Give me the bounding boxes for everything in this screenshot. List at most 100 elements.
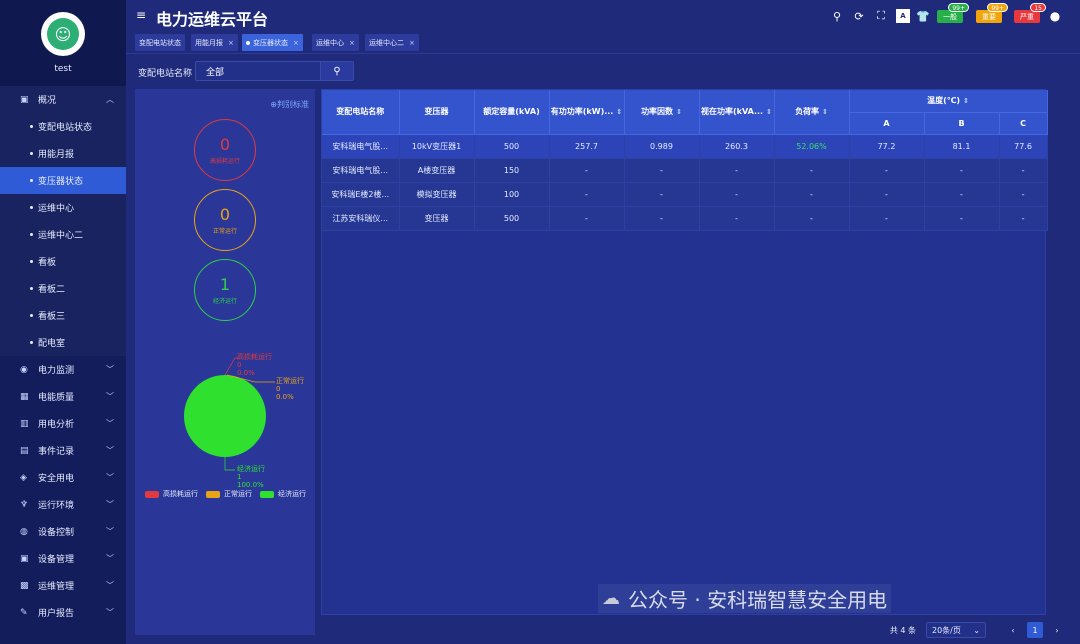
- col-power-factor[interactable]: 功率因数 ⇕: [624, 90, 700, 135]
- user-icon[interactable]: ●: [1048, 9, 1062, 23]
- search-button[interactable]: ⚲: [320, 61, 354, 81]
- close-icon[interactable]: ×: [409, 39, 415, 47]
- col-temperature[interactable]: 温度(℃) ⇕: [849, 90, 1048, 113]
- col-load-rate[interactable]: 负荷率 ⇕: [774, 90, 850, 135]
- submenu-item[interactable]: 运维中心: [0, 194, 126, 221]
- chevron-down-icon: ﹀: [106, 392, 114, 401]
- safety-icon: ◈: [20, 472, 27, 483]
- svg-text:1: 1: [237, 473, 241, 481]
- submenu-item[interactable]: 看板: [0, 248, 126, 275]
- page-size-select[interactable]: 20条/页 ⌄: [926, 622, 986, 638]
- chevron-down-icon: ﹀: [106, 500, 114, 509]
- submenu-item-active[interactable]: 变压器状态: [0, 167, 126, 194]
- sort-icon[interactable]: ⇕: [766, 108, 772, 116]
- stat-high-loss: 0 高损耗运行: [194, 119, 256, 181]
- col-temp-a: A: [849, 112, 925, 135]
- sort-icon[interactable]: ⇕: [963, 97, 969, 105]
- user-panel: ☺ test: [0, 0, 126, 86]
- chevron-down-icon: ⌄: [973, 625, 980, 635]
- table-row[interactable]: 江苏安科瑞仪... 变压器 500- - - - - - -: [322, 206, 1048, 231]
- table-row[interactable]: 安科瑞电气股... A楼变压器 150- - - - - - -: [322, 158, 1048, 183]
- legend-item-high-loss[interactable]: 高损耗运行: [145, 489, 198, 499]
- menu-group[interactable]: ▥ 用电分析 ﹀: [0, 410, 126, 437]
- col-temp-c: C: [999, 112, 1048, 135]
- theme-shirt-icon[interactable]: 👕: [916, 9, 930, 23]
- submenu-item[interactable]: 用能月报: [0, 140, 126, 167]
- pie-slice-economic: [184, 375, 266, 457]
- menu-group[interactable]: ◉ 电力监测 ﹀: [0, 356, 126, 383]
- submenu-item[interactable]: 运维中心二: [0, 221, 126, 248]
- col-capacity: 额定容量(kVA): [474, 90, 550, 135]
- avatar[interactable]: ☺: [41, 12, 85, 56]
- sort-icon[interactable]: ⇕: [676, 108, 682, 116]
- watermark: ☁ 公众号 · 安科瑞智慧安全用电: [598, 584, 892, 613]
- record-icon: ▤: [20, 445, 29, 456]
- prev-page-button[interactable]: ‹: [1005, 622, 1021, 638]
- header: ≡ 电力运维云平台 ⚲ ⟳ ⛶ A 👕 一般 99+ 重要 99+ 严重 15 …: [126, 0, 1080, 32]
- pie-label-high-loss: 高损耗运行: [237, 352, 272, 361]
- control-icon: ◍: [20, 526, 28, 537]
- power-icon: ◉: [20, 364, 28, 375]
- svg-text:0: 0: [237, 361, 241, 369]
- close-icon[interactable]: ×: [228, 39, 234, 47]
- alert-important-button[interactable]: 重要 99+: [976, 3, 1008, 23]
- table-row[interactable]: 安科瑞E楼2楼... 模拟变压器 100- - - - - - -: [322, 182, 1048, 207]
- col-apparent-power[interactable]: 视在功率(kVA... ⇕: [699, 90, 775, 135]
- criteria-link[interactable]: ⊕判别标准: [270, 99, 309, 110]
- sort-icon[interactable]: ⇕: [616, 108, 622, 116]
- menu-group[interactable]: ▦ 电能质量 ﹀: [0, 383, 126, 410]
- monitor-icon: ▣: [20, 94, 29, 105]
- svg-text:0.0%: 0.0%: [237, 369, 255, 377]
- menu-toggle-icon[interactable]: ≡: [136, 8, 146, 22]
- tab-ops-center-2[interactable]: 运维中心二 ×: [365, 34, 419, 51]
- report-icon: ✎: [20, 607, 28, 618]
- col-active-power[interactable]: 有功功率(kW)... ⇕: [549, 90, 625, 135]
- table-row[interactable]: 安科瑞电气股... 10kV变压器1 500 257.7 0.989 260.3 52.06…: [322, 134, 1048, 159]
- chevron-down-icon: ﹀: [106, 419, 114, 428]
- pagination: 共 4 条 20条/页 ⌄ ‹ 1 ›: [890, 621, 1068, 639]
- chevron-down-icon: ﹀: [106, 554, 114, 563]
- alert-severe-button[interactable]: 严重 15: [1014, 3, 1046, 23]
- page-number[interactable]: 1: [1027, 622, 1043, 638]
- tab-station-status[interactable]: 变配电站状态: [135, 34, 185, 51]
- tab-transformer-status[interactable]: 变压器状态 ×: [242, 34, 303, 51]
- sidebar: ☺ test ▣ 概况 ︿ 变配电站状态 用能月报 变压器状态 运维中心 运维中…: [0, 0, 126, 644]
- chevron-up-icon: ︿: [106, 95, 114, 104]
- menu-group[interactable]: ▩ 运维管理 ﹀: [0, 572, 126, 599]
- quality-icon: ▦: [20, 391, 29, 402]
- menu-group[interactable]: ♆ 运行环境 ﹀: [0, 491, 126, 518]
- submenu-item[interactable]: 看板三: [0, 302, 126, 329]
- chevron-down-icon: ﹀: [106, 473, 114, 482]
- svg-text:0: 0: [276, 385, 280, 393]
- submenu-item[interactable]: 看板二: [0, 275, 126, 302]
- menu-group[interactable]: ◈ 安全用电 ﹀: [0, 464, 126, 491]
- pie-leader-economic: [224, 457, 235, 471]
- total-count: 共 4 条: [889, 625, 916, 635]
- bar-chart-icon: ▥: [20, 418, 29, 429]
- search-icon: ⚲: [333, 65, 341, 77]
- menu-overview[interactable]: ▣ 概况 ︿: [0, 86, 126, 113]
- tab-ops-center[interactable]: 运维中心 ×: [312, 34, 359, 51]
- alert-general-button[interactable]: 一般 99+: [937, 3, 969, 23]
- menu-group[interactable]: ✎ 用户报告 ﹀: [0, 599, 126, 626]
- legend-item-economic[interactable]: 经济运行: [260, 489, 306, 499]
- station-select[interactable]: 全部: [195, 61, 321, 81]
- menu-group[interactable]: ◍ 设备控制 ﹀: [0, 518, 126, 545]
- menu-group[interactable]: ▤ 事件记录 ﹀: [0, 437, 126, 464]
- username: test: [54, 64, 72, 74]
- close-icon[interactable]: ×: [293, 39, 299, 47]
- refresh-icon[interactable]: ⟳: [852, 9, 866, 23]
- legend-item-normal[interactable]: 正常运行: [206, 489, 252, 499]
- menu-group[interactable]: ▣ 设备管理 ﹀: [0, 545, 126, 572]
- next-page-button[interactable]: ›: [1049, 622, 1065, 638]
- environment-icon: ♆: [20, 499, 29, 510]
- fullscreen-icon[interactable]: ⛶: [874, 9, 888, 23]
- tab-energy-monthly[interactable]: 用能月报 ×: [191, 34, 238, 51]
- sort-icon[interactable]: ⇕: [822, 108, 828, 116]
- stat-normal: 0 正常运行: [194, 189, 256, 251]
- font-size-icon[interactable]: A: [896, 9, 910, 23]
- search-icon[interactable]: ⚲: [830, 9, 844, 23]
- close-icon[interactable]: ×: [349, 39, 355, 47]
- submenu-item[interactable]: 配电室: [0, 329, 126, 356]
- submenu-item[interactable]: 变配电站状态: [0, 113, 126, 140]
